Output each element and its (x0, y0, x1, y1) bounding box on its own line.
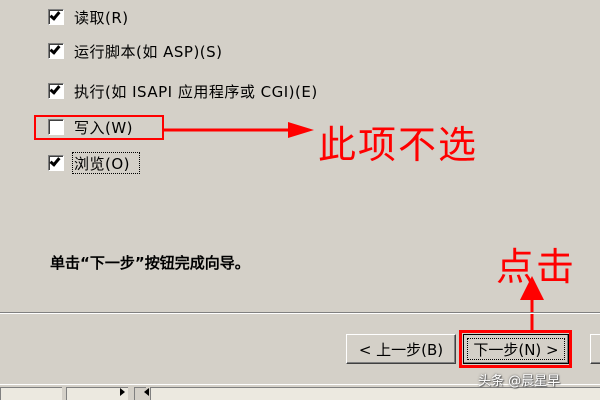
execute-permission-checkbox[interactable]: 执行(如 ISAPI 应用程序或 CGI)(E) (48, 80, 318, 102)
next-highlight-box (459, 330, 572, 368)
wizard-dialog: 读取(R) 运行脚本(如 ASP)(S) 执行(如 ISAPI 应用程序或 CG… (0, 0, 600, 400)
skip-annotation: 此项不选 (318, 123, 479, 167)
checkmark-icon (49, 83, 61, 95)
cancel-button-partial[interactable] (590, 334, 600, 364)
instruction-text: 单击“下一步”按钮完成向导。 (50, 254, 250, 272)
divider-highlight (0, 313, 600, 314)
bar-segment (0, 387, 62, 400)
read-permission-label: 读取(R) (74, 8, 129, 27)
watermark: 头条 @晨星早 (478, 374, 561, 389)
execute-permission-label: 执行(如 ISAPI 应用程序或 CGI)(E) (74, 82, 318, 101)
bar-segment (66, 387, 128, 400)
arrow-down-icon (520, 276, 544, 332)
arrow-right-icon (164, 122, 314, 138)
checkmark-icon (49, 155, 61, 167)
checkmark-icon (49, 9, 61, 21)
execute-checkbox-box[interactable] (48, 83, 64, 99)
run-scripts-checkbox-box[interactable] (48, 43, 64, 59)
browse-checkbox-box[interactable] (48, 155, 64, 171)
run-scripts-permission-checkbox[interactable]: 运行脚本(如 ASP)(S) (48, 40, 223, 62)
read-checkbox-box[interactable] (48, 9, 64, 25)
write-highlight-box (34, 115, 164, 140)
scroll-left-icon[interactable] (144, 388, 149, 396)
scroll-right-icon[interactable] (120, 388, 125, 396)
back-button[interactable]: < 上一步(B) (346, 334, 456, 364)
browse-focus-ring (72, 152, 140, 174)
read-permission-checkbox[interactable]: 读取(R) (48, 6, 129, 28)
run-scripts-permission-label: 运行脚本(如 ASP)(S) (74, 42, 223, 61)
checkmark-icon (49, 43, 61, 55)
